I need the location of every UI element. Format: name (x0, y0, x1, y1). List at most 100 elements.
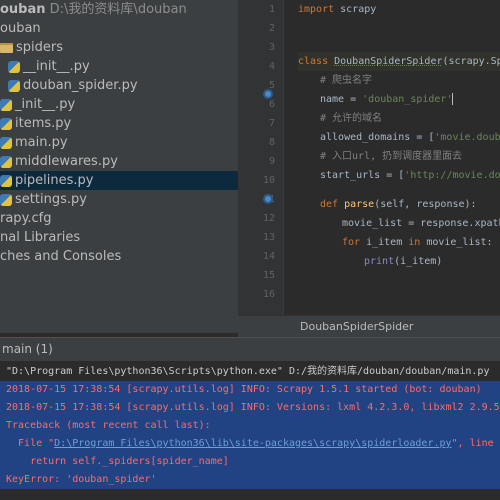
line-number: 10 (262, 175, 275, 186)
breadcrumb[interactable]: DoubanSpiderSpider (238, 315, 500, 337)
file-label: items.py (15, 116, 72, 131)
code-text: movie_list: (426, 237, 493, 248)
tree-item-spiders[interactable]: spiders (0, 38, 238, 57)
code-line-14: for i_item in movie_list: (342, 233, 493, 252)
code-text: name = (320, 94, 363, 105)
tree-item-items[interactable]: items.py (0, 114, 238, 133)
code-line-12: def parse(self, response): (320, 195, 477, 214)
file-label: rapy.cfg (0, 211, 52, 226)
string-literal: 'http://movie.doub (404, 170, 500, 181)
code-line-9: # 入口url, 扔到调度器里面去 (320, 151, 463, 162)
console-text: File " (6, 438, 55, 449)
spiders-label: spiders (16, 40, 64, 55)
builtin-name: print (364, 256, 395, 267)
tree-item-douban-spider[interactable]: douban_spider.py (0, 76, 238, 95)
code-line-5: # 爬虫名字 (320, 75, 373, 86)
tree-item-scratches[interactable]: ches and Consoles (0, 247, 238, 266)
line-number: 3 (268, 42, 275, 53)
tree-item-external-libraries[interactable]: nal Libraries (0, 228, 238, 247)
tree-item-project-root[interactable]: ouban D:\我的资料库\douban (0, 0, 238, 19)
console-log-line: 2018-07-15 17:38:54 [scrapy.utils.log] I… (0, 381, 500, 399)
tree-item-init[interactable]: _init__.py (0, 95, 238, 114)
line-number: 14 (262, 251, 275, 262)
python-file-icon (0, 117, 12, 130)
line-number: 2 (268, 23, 275, 34)
project-root-label: ouban (0, 2, 46, 17)
console-error-line: KeyError: 'douban_spider' (0, 471, 500, 489)
python-file-icon (0, 193, 12, 206)
file-label: pipelines.py (15, 173, 94, 188)
console-traceback-line: Traceback (most recent call last): (0, 417, 500, 435)
code-line-4: class DoubanSpiderSpider(scrapy.Spider (298, 52, 500, 71)
override-marker-icon[interactable] (263, 89, 273, 99)
class-name: DoubanSpiderSpider (334, 56, 443, 67)
line-number: 8 (268, 137, 275, 148)
line-number: 7 (268, 118, 275, 129)
tree-item-spiders-init[interactable]: __init__.py (0, 57, 238, 76)
console-log-line: 2018-07-15 17:38:54 [scrapy.utils.log] I… (0, 399, 500, 417)
traceback-file-link[interactable]: D:\Program Files\python36\lib\site-packa… (54, 438, 451, 449)
code-line-10: start_urls = ['http://movie.doub (320, 166, 500, 185)
package-douban-label: ouban (0, 21, 41, 36)
code-line-7: # 允许的域名 (320, 113, 383, 124)
override-marker-icon[interactable] (263, 194, 273, 204)
tree-label: nal Libraries (0, 230, 81, 245)
line-number: 1 (268, 4, 275, 15)
code-area[interactable]: import scrapy class DoubanSpiderSpider(s… (298, 0, 500, 315)
string-literal: 'movie.douban (434, 132, 500, 143)
console-traceback-line: return self._spiders[spider_name] (0, 453, 500, 471)
line-number: 9 (268, 156, 275, 167)
python-file-icon (0, 174, 12, 187)
console-command-line: "D:\Program Files\python36\Scripts\pytho… (6, 366, 490, 377)
line-number: 12 (262, 213, 275, 224)
code-line-15: print(i_item) (364, 252, 442, 271)
keyword: for (342, 237, 367, 248)
line-number: 16 (262, 289, 275, 300)
python-file-icon (0, 155, 12, 168)
code-text: start_urls = [ (320, 170, 405, 181)
python-file-icon (0, 136, 12, 149)
file-label: _init__.py (15, 97, 76, 112)
keyword: in (408, 237, 427, 248)
text-caret (452, 93, 454, 105)
folder-icon (0, 42, 13, 53)
tree-item-main[interactable]: main.py (0, 133, 238, 152)
class-base: (scrapy.Spider (442, 56, 500, 67)
code-text: (self, response): (374, 199, 477, 210)
run-console[interactable]: "D:\Program Files\python36\Scripts\pytho… (0, 361, 500, 500)
keyword: def (320, 199, 345, 210)
editor-gutter: 1 2 3 4 5 6 7 8 9 10 11 12 13 14 15 16 (238, 0, 284, 315)
console-text: ", line 69, in (451, 438, 500, 449)
keyword: import (298, 4, 335, 15)
tree-item-settings[interactable]: settings.py (0, 190, 238, 209)
python-file-icon (8, 79, 20, 92)
file-label: settings.py (15, 192, 87, 207)
project-tree: ouban D:\我的资料库\douban ouban spiders __in… (0, 0, 238, 333)
code-text: allowed_domains = [ (320, 132, 435, 143)
tree-item-pipelines[interactable]: pipelines.py (0, 171, 238, 190)
run-tab-main[interactable]: main (1) (2, 338, 59, 360)
function-name: parse (344, 199, 375, 210)
code-line-6: name = 'douban_spider' (320, 90, 454, 109)
tree-item-middlewares[interactable]: middlewares.py (0, 152, 238, 171)
python-file-icon (8, 60, 20, 73)
line-number: 15 (262, 270, 275, 281)
file-label: main.py (15, 135, 68, 150)
module-name: scrapy (334, 4, 377, 15)
run-toolwindow-header: main (1) (0, 337, 500, 361)
code-text: i_item (366, 237, 409, 248)
file-label: middlewares.py (15, 154, 118, 169)
code-line-13: movie_list = response.xpath( (342, 218, 500, 229)
code-editor[interactable]: 1 2 3 4 5 6 7 8 9 10 11 12 13 14 15 16 i… (238, 0, 500, 315)
string-literal: 'douban_spider' (362, 94, 453, 105)
tree-item-scrapy-cfg[interactable]: rapy.cfg (0, 209, 238, 228)
project-root-path: D:\我的资料库\douban (45, 2, 187, 17)
file-label: __init__.py (23, 59, 90, 74)
code-text: (i_item) (394, 256, 443, 267)
keyword: class (298, 56, 335, 67)
code-line-1: import scrapy (298, 0, 376, 19)
console-file-line: File "D:\Program Files\python36\lib\site… (0, 435, 500, 453)
tree-label: ches and Consoles (0, 249, 122, 264)
line-number: 13 (262, 232, 275, 243)
tree-item-package-douban[interactable]: ouban (0, 19, 238, 38)
